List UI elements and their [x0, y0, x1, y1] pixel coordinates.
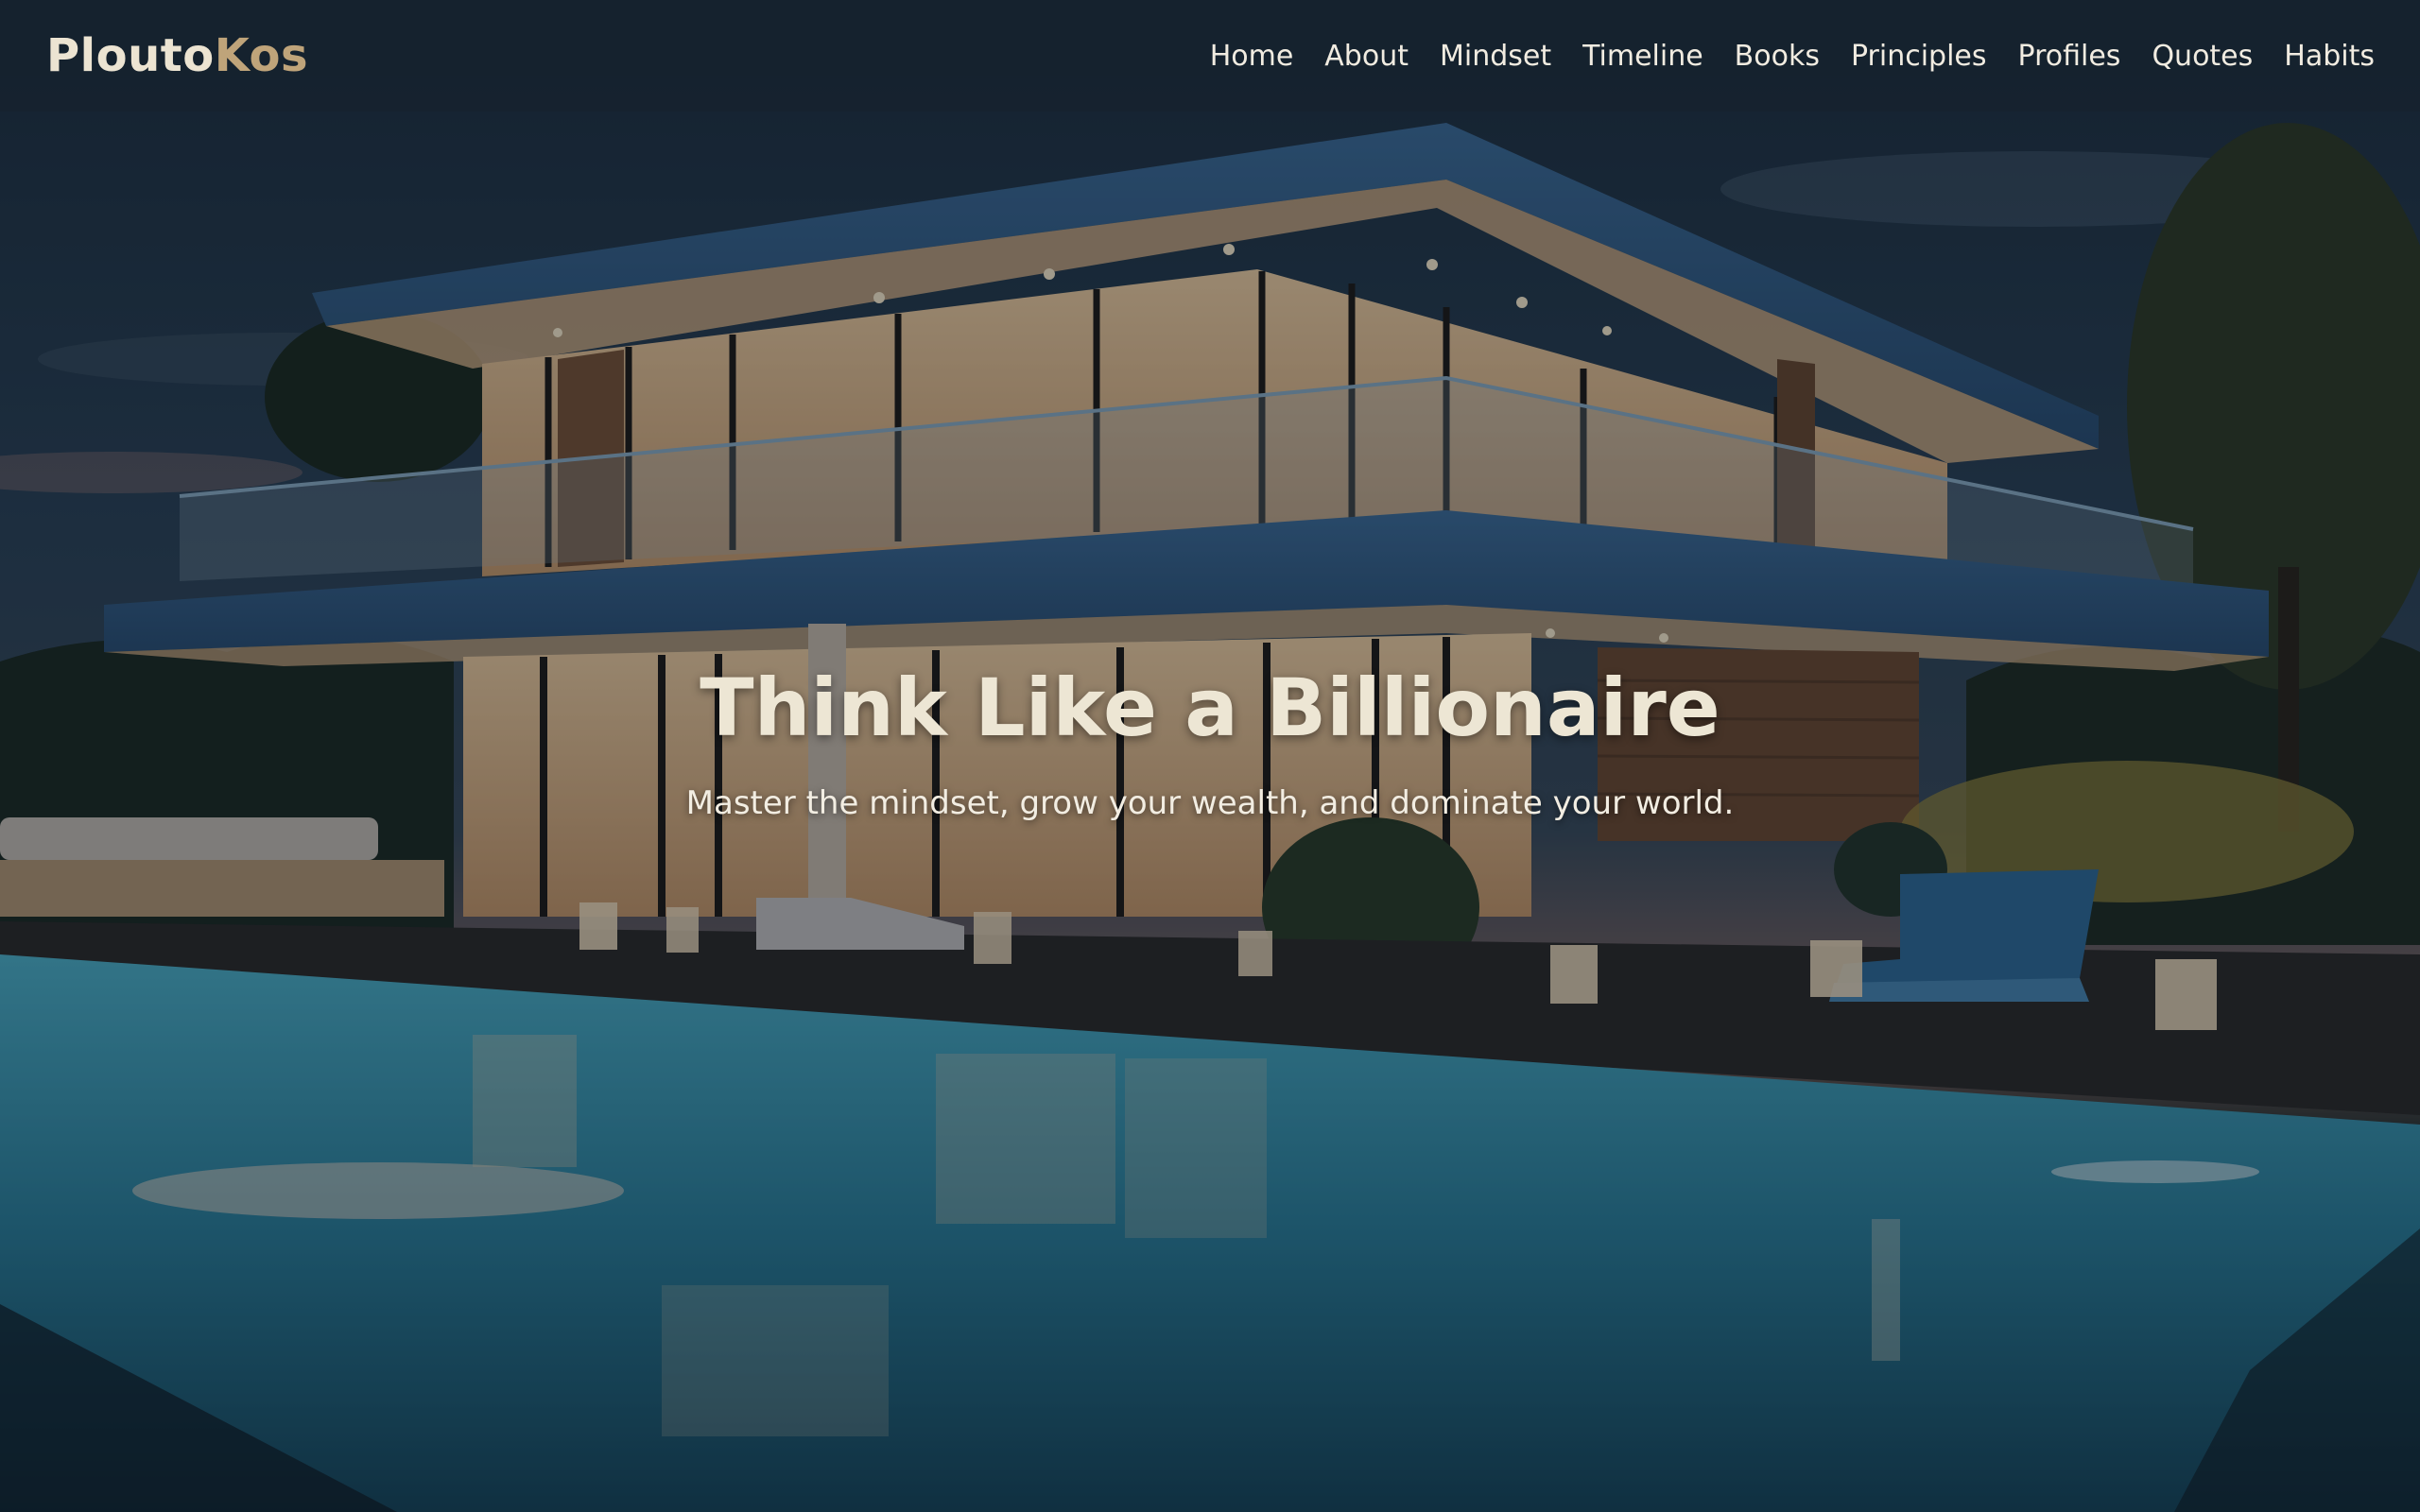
main-nav: Home About Mindset Timeline Books Princi… [1210, 40, 2375, 73]
nav-link-about[interactable]: About [1324, 40, 1409, 73]
nav-link-mindset[interactable]: Mindset [1440, 40, 1551, 73]
nav-link-home[interactable]: Home [1210, 40, 1294, 73]
nav-link-books[interactable]: Books [1735, 40, 1820, 73]
landing-page: PloutoKos Home About Mindset Timeline Bo… [0, 0, 2420, 1512]
top-navigation-bar: PloutoKos Home About Mindset Timeline Bo… [0, 0, 2420, 112]
nav-link-principles[interactable]: Principles [1851, 40, 1987, 73]
nav-link-profiles[interactable]: Profiles [2018, 40, 2121, 73]
logo-text-accent: Kos [214, 29, 309, 82]
hero-subtitle: Master the mindset, grow your wealth, an… [685, 784, 1735, 822]
hero-section: Think Like a Billionaire Master the mind… [0, 662, 2420, 822]
nav-link-habits[interactable]: Habits [2284, 40, 2375, 73]
nav-link-quotes[interactable]: Quotes [2152, 40, 2253, 73]
hero-title: Think Like a Billionaire [700, 662, 1720, 754]
site-logo[interactable]: PloutoKos [46, 29, 308, 82]
logo-text-primary: Plouto [46, 29, 215, 82]
nav-link-timeline[interactable]: Timeline [1582, 40, 1703, 73]
